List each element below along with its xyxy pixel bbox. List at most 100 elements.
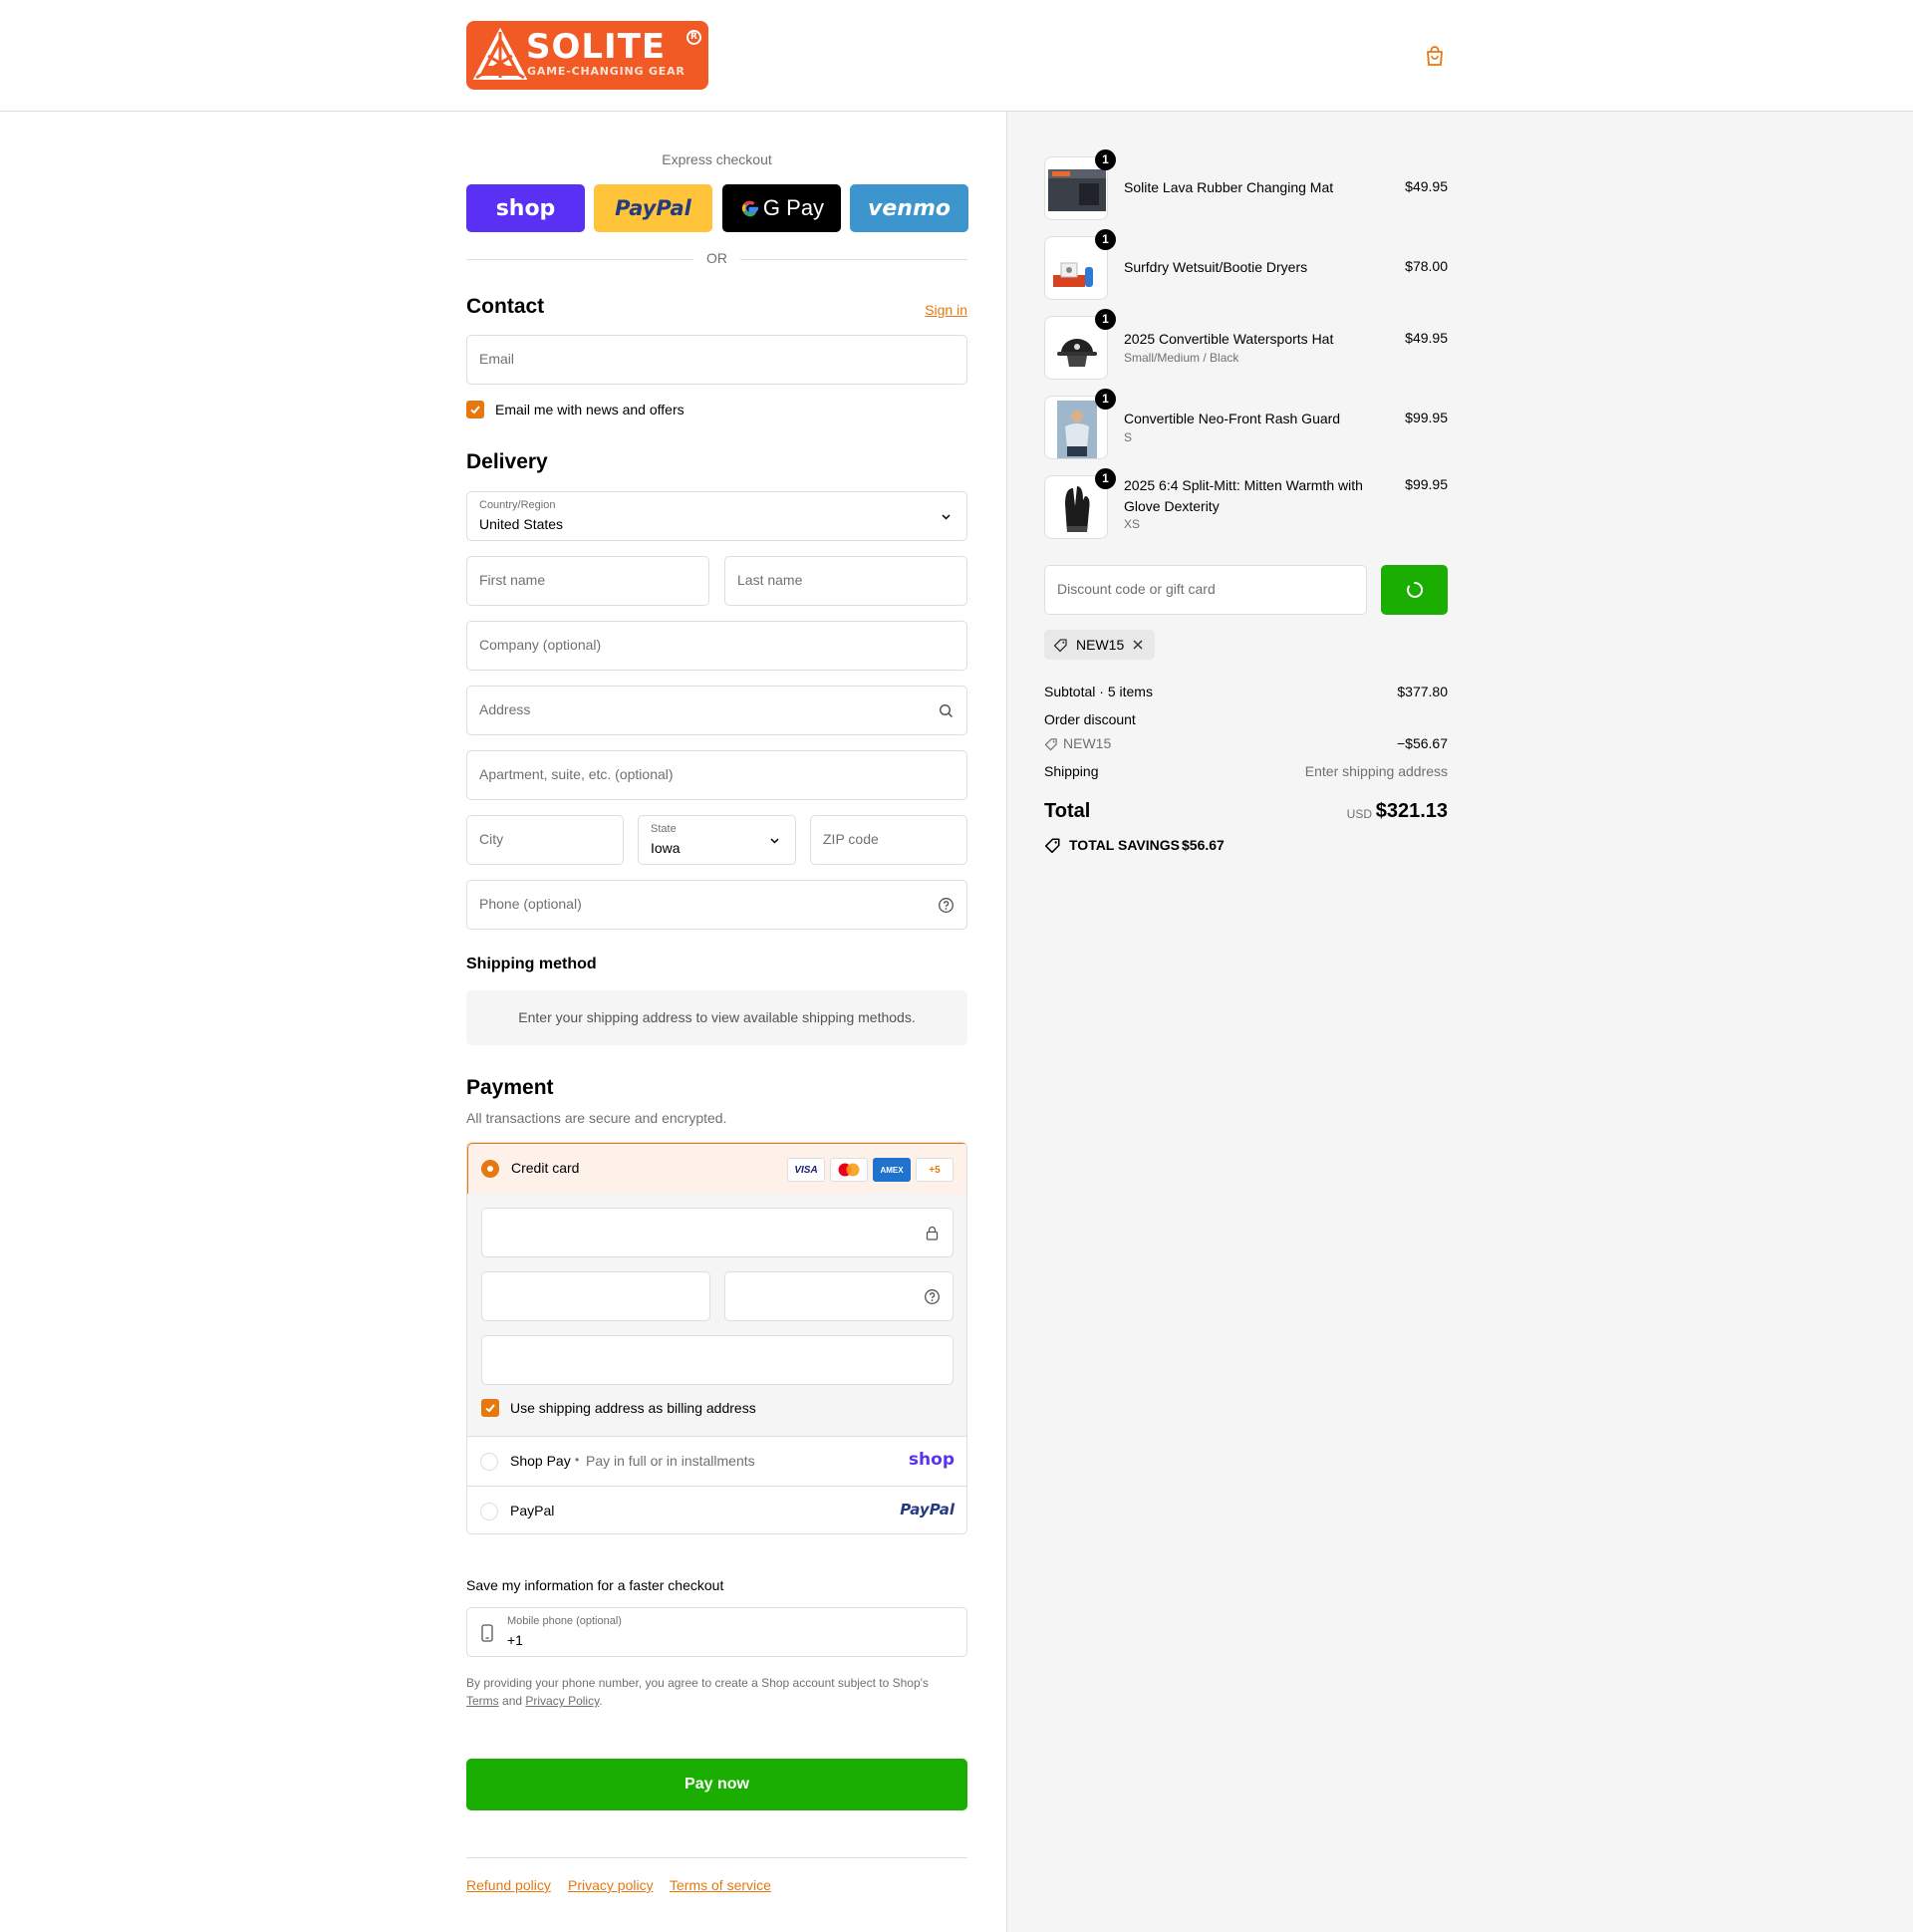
email-placeholder: Email	[479, 351, 515, 367]
quantity-badge: 1	[1095, 149, 1116, 170]
billing-address-checkbox[interactable]	[481, 1399, 499, 1417]
discount-value: −$56.67	[1397, 735, 1448, 751]
apply-discount-button[interactable]	[1381, 565, 1448, 615]
credit-card-option[interactable]: Credit card VISA AMEX +5	[467, 1143, 966, 1195]
apartment-field[interactable]: Apartment, suite, etc. (optional)	[466, 750, 967, 800]
more-cards-label: +5	[929, 1164, 941, 1176]
quantity-badge: 1	[1095, 229, 1116, 250]
paypal-express-button[interactable]: PayPal	[594, 184, 712, 232]
separator-dot: •	[575, 1453, 580, 1467]
shop-pay-label: shop	[495, 195, 556, 221]
security-code-field[interactable]	[724, 1271, 954, 1321]
last-name-placeholder: Last name	[737, 572, 803, 588]
credit-card-form: Use shipping address as billing address	[467, 1194, 966, 1437]
payment-subtitle: All transactions are secure and encrypte…	[466, 1110, 727, 1126]
mobile-phone-value: +1	[507, 1632, 523, 1648]
terms-link[interactable]: Terms	[466, 1694, 499, 1708]
lock-icon	[926, 1226, 939, 1241]
legal-and: and	[502, 1694, 523, 1708]
legal-period: .	[599, 1694, 603, 1708]
first-name-field[interactable]: First name	[466, 556, 709, 606]
total-row: Total USD $321.13	[1044, 800, 1448, 826]
help-circle-icon[interactable]	[938, 897, 955, 914]
currency-code: USD	[1346, 807, 1372, 821]
privacy-link[interactable]: Privacy Policy	[525, 1694, 599, 1708]
divider	[740, 259, 967, 260]
subtotal-label: Subtotal · 5 items	[1044, 684, 1153, 699]
legal-text: By providing your phone number, you agre…	[466, 1676, 929, 1690]
visa-label: VISA	[794, 1164, 818, 1176]
item-price: $99.95	[1405, 476, 1448, 492]
mastercard-icon	[830, 1158, 868, 1182]
state-select[interactable]: State Iowa	[638, 815, 796, 865]
mastercard-circles	[838, 1163, 860, 1177]
delivery-heading: Delivery	[466, 450, 548, 473]
last-name-field[interactable]: Last name	[724, 556, 967, 606]
savings-value: $56.67	[1182, 837, 1225, 853]
mobile-phone-icon	[481, 1624, 493, 1642]
item-price: $78.00	[1405, 258, 1448, 274]
footer-divider	[466, 1857, 967, 1858]
city-field[interactable]: City	[466, 815, 624, 865]
item-price: $49.95	[1405, 330, 1448, 346]
shop-pay-radio[interactable]	[480, 1453, 498, 1471]
discount-code-label: NEW15	[1063, 735, 1112, 751]
paypal-option-label: PayPal	[510, 1503, 555, 1518]
zip-field[interactable]: ZIP code	[810, 815, 967, 865]
venmo-label: venmo	[868, 195, 951, 221]
applied-code: NEW15	[1076, 637, 1125, 653]
paypal-radio[interactable]	[480, 1503, 498, 1520]
email-field[interactable]: Email	[466, 335, 967, 385]
refund-policy-link[interactable]: Refund policy	[466, 1877, 551, 1893]
phone-field[interactable]: Phone (optional)	[466, 880, 967, 930]
country-label: Country/Region	[479, 499, 556, 511]
help-circle-icon[interactable]	[924, 1288, 941, 1305]
terms-of-service-link[interactable]: Terms of service	[670, 1877, 771, 1893]
tag-icon	[1053, 639, 1067, 653]
news-offers-checkbox[interactable]	[466, 401, 484, 418]
mobile-phone-field[interactable]: Mobile phone (optional) +1	[466, 1607, 967, 1657]
shipping-method-notice: Enter your shipping address to view avai…	[466, 990, 967, 1045]
shop-pay-option[interactable]: Shop Pay • Pay in full or in installment…	[467, 1437, 966, 1487]
google-pay-express-button[interactable]: G Pay	[722, 184, 841, 232]
shipping-label: Shipping	[1044, 763, 1099, 779]
shopping-bag-icon[interactable]	[1424, 45, 1446, 67]
contact-heading: Contact	[466, 295, 545, 318]
savings-tag-icon	[1044, 838, 1060, 854]
quantity-badge: 1	[1095, 309, 1116, 330]
item-name: Convertible Neo-Front Rash Guard	[1124, 411, 1341, 426]
card-number-field[interactable]	[481, 1208, 954, 1257]
header: SOLITE R GAME-CHANGING GEAR	[0, 0, 1913, 112]
paypal-option[interactable]: PayPal PayPal	[467, 1487, 966, 1533]
expiration-field[interactable]	[481, 1271, 710, 1321]
country-select[interactable]: Country/Region United States	[466, 491, 967, 541]
credit-card-radio[interactable]	[481, 1160, 499, 1178]
shipping-method-heading: Shipping method	[466, 956, 597, 972]
remove-discount-icon[interactable]	[1132, 639, 1144, 651]
store-logo[interactable]: SOLITE R GAME-CHANGING GEAR	[466, 21, 708, 90]
logo-wordmark: SOLITE	[526, 27, 667, 67]
first-name-placeholder: First name	[479, 572, 546, 588]
privacy-policy-link[interactable]: Privacy policy	[568, 1877, 654, 1893]
tag-icon	[1044, 738, 1057, 751]
item-name: 2025 6:4 Split-Mitt: Mitten Warmth with …	[1124, 477, 1363, 514]
discount-code-input[interactable]: Discount code or gift card	[1044, 565, 1367, 615]
subtotal-value: $377.80	[1397, 684, 1448, 699]
address-field[interactable]: Address	[466, 686, 967, 735]
country-value: United States	[479, 516, 564, 532]
name-on-card-field[interactable]	[481, 1335, 954, 1385]
logo-mark-icon	[472, 28, 528, 80]
credit-card-label: Credit card	[511, 1160, 580, 1176]
item-variant: S	[1124, 430, 1133, 444]
sign-in-link[interactable]: Sign in	[925, 302, 967, 318]
or-divider-label: OR	[706, 250, 727, 266]
address-placeholder: Address	[479, 701, 531, 717]
checkmark-icon	[470, 406, 480, 414]
company-field[interactable]: Company (optional)	[466, 621, 967, 671]
item-name: Solite Lava Rubber Changing Mat	[1124, 179, 1334, 195]
pay-now-button[interactable]: Pay now	[466, 1759, 967, 1810]
venmo-express-button[interactable]: venmo	[850, 184, 968, 232]
shop-pay-express-button[interactable]: shop	[466, 184, 585, 232]
search-icon	[939, 703, 954, 718]
news-offers-label: Email me with news and offers	[495, 402, 684, 417]
